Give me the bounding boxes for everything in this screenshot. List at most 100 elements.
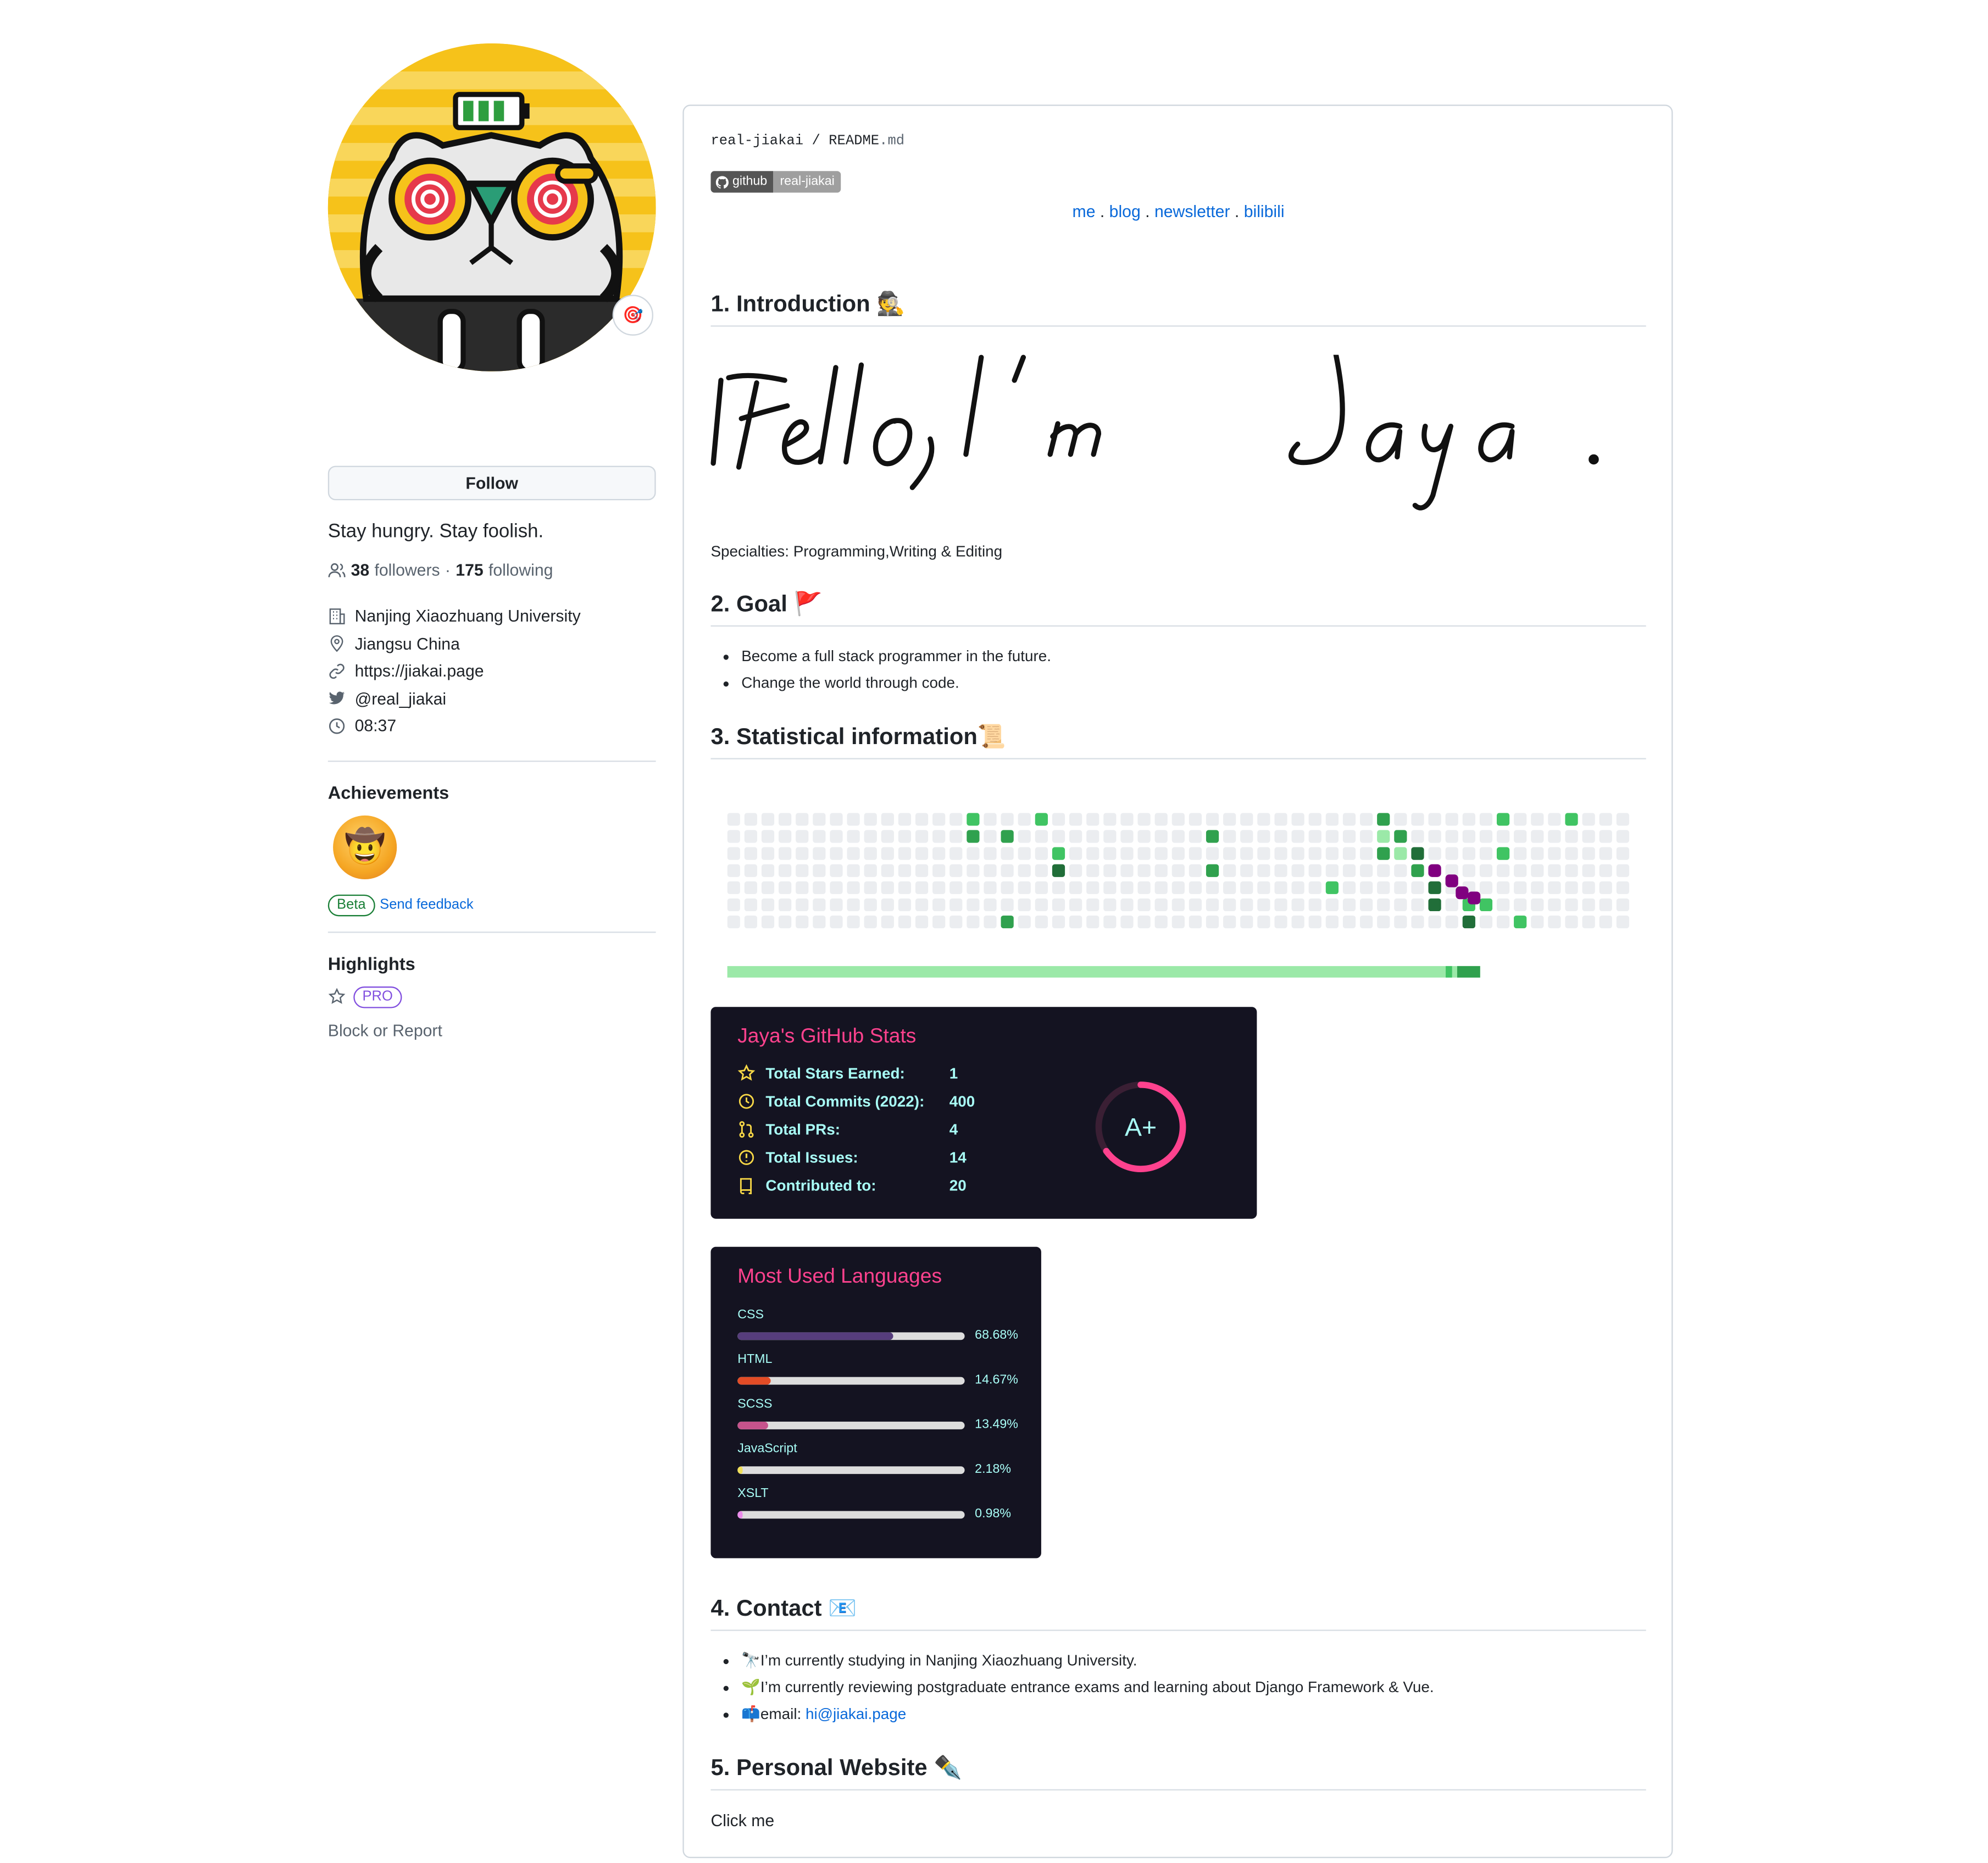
profile-bio: Stay hungry. Stay foolish. [327, 520, 544, 542]
contact-text: I’m currently studying in Nanjing Xiaozh… [760, 1651, 1137, 1670]
profile-sidebar: 🎯 Follow Stay hungry. Stay foolish. 38 f… [327, 43, 656, 1040]
contribution-cell [1411, 813, 1424, 826]
followers-count[interactable]: 38 [351, 560, 370, 579]
nav-me-link[interactable]: me [1073, 202, 1096, 221]
contribution-cell [932, 847, 946, 860]
contribution-cell [1565, 898, 1578, 912]
contribution-cell [1582, 881, 1595, 894]
contribution-cell [1616, 813, 1629, 826]
contribution-cell [898, 847, 912, 860]
stat-row-prs: Total PRs: 4 [737, 1121, 958, 1139]
contribution-cell [761, 881, 775, 894]
contribution-cell [813, 881, 826, 894]
snake-segment [1468, 891, 1481, 905]
language-row: CSS 68.68% [737, 1308, 1031, 1343]
contribution-cell [830, 915, 843, 929]
contribution-cell [1052, 915, 1065, 929]
twitter-link[interactable]: @real_jiakai [355, 689, 447, 708]
language-bar-track [737, 1466, 965, 1474]
contribution-cell [779, 813, 792, 826]
contribution-cell [1018, 898, 1031, 912]
set-status-button[interactable]: 🎯 [612, 295, 653, 336]
contribution-cell [1069, 847, 1082, 860]
language-bar-fill [737, 1421, 768, 1429]
telescope-icon: 🔭 [741, 1651, 760, 1670]
profile-details: Nanjing Xiaozhuang University Jiangsu Ch… [328, 602, 656, 740]
contribution-cell [949, 864, 963, 877]
target-emoji-icon: 🎯 [623, 305, 643, 324]
language-name: JavaScript [737, 1442, 797, 1456]
contribution-cell [1240, 847, 1253, 860]
contribution-cell [1377, 813, 1390, 826]
contribution-cell [915, 881, 929, 894]
contribution-cell [1291, 813, 1304, 826]
block-or-report-link[interactable]: Block or Report [328, 1021, 656, 1040]
contribution-cell [1018, 881, 1031, 894]
follow-button[interactable]: Follow [327, 465, 656, 501]
contribution-cell [1428, 830, 1441, 843]
contribution-cell [1274, 864, 1287, 877]
detail-website[interactable]: https://jiakai.page [328, 657, 656, 685]
contribution-cell [1342, 898, 1356, 912]
contribution-cell [949, 813, 963, 826]
contribution-cell [1257, 864, 1270, 877]
language-name: XSLT [737, 1487, 769, 1501]
nav-sep: . [1140, 201, 1154, 221]
path-user-link[interactable]: real-jiakai [710, 134, 803, 149]
contribution-cell [984, 830, 997, 843]
achievements-heading[interactable]: Achievements [328, 781, 656, 802]
contribution-cell [967, 813, 980, 826]
contribution-cell [1360, 898, 1373, 912]
nav-blog-link[interactable]: blog [1109, 202, 1141, 221]
contribution-cell [1565, 881, 1578, 894]
contribution-cell [1137, 915, 1151, 929]
contribution-cell [967, 898, 980, 912]
stat-row-stars: Total Stars Earned: 1 [737, 1064, 958, 1082]
contribution-cell [1052, 898, 1065, 912]
contribution-cell [847, 881, 860, 894]
contribution-cell [915, 864, 929, 877]
nav-bilibili-link[interactable]: bilibili [1244, 202, 1285, 221]
website-link[interactable]: https://jiakai.page [355, 661, 484, 680]
path-file: README [829, 134, 880, 149]
stat-value: 400 [949, 1092, 975, 1111]
contribution-cell [1103, 898, 1117, 912]
achievement-badge[interactable]: 🤠 [333, 814, 397, 879]
detail-twitter[interactable]: @real_jiakai [328, 685, 656, 712]
following-link[interactable]: following [488, 560, 553, 579]
contribution-cell [1360, 864, 1373, 877]
contribution-cell [1086, 813, 1099, 826]
followers-link[interactable]: followers [374, 560, 440, 579]
pull-request-icon [737, 1121, 756, 1139]
contribution-cell [1479, 813, 1493, 826]
contribution-cell [779, 830, 792, 843]
twitter-icon [329, 692, 345, 705]
contribution-cell [1018, 847, 1031, 860]
avatar[interactable] [327, 43, 656, 372]
language-percent: 0.98% [975, 1507, 1012, 1522]
contribution-cell [1035, 864, 1048, 877]
contribution-cell [1154, 830, 1168, 843]
nav-newsletter-link[interactable]: newsletter [1154, 202, 1230, 221]
language-name: SCSS [737, 1397, 773, 1412]
following-count[interactable]: 175 [456, 560, 483, 579]
contribution-cell [1599, 864, 1612, 877]
contribution-cell [813, 864, 826, 877]
contribution-cell [1360, 830, 1373, 843]
stat-value: 14 [949, 1148, 967, 1167]
contribution-cell [1462, 830, 1475, 843]
email-link[interactable]: hi@jiakai.page [806, 1705, 906, 1723]
contribution-cell [796, 915, 809, 929]
send-feedback-link[interactable]: Send feedback [380, 897, 473, 913]
repo-icon [737, 1177, 756, 1195]
language-row: JavaScript 2.18% [737, 1442, 1031, 1477]
contribution-cell [984, 881, 997, 894]
github-badge[interactable]: github real-jiakai [710, 171, 841, 193]
contribution-cell [1274, 898, 1287, 912]
contribution-cell [1223, 915, 1236, 929]
contribution-cell [1342, 847, 1356, 860]
click-me-link[interactable]: Click me [710, 1811, 774, 1830]
contribution-cell [932, 813, 946, 826]
goal-item: Change the world through code. [741, 670, 1051, 697]
contribution-cell [1206, 847, 1219, 860]
